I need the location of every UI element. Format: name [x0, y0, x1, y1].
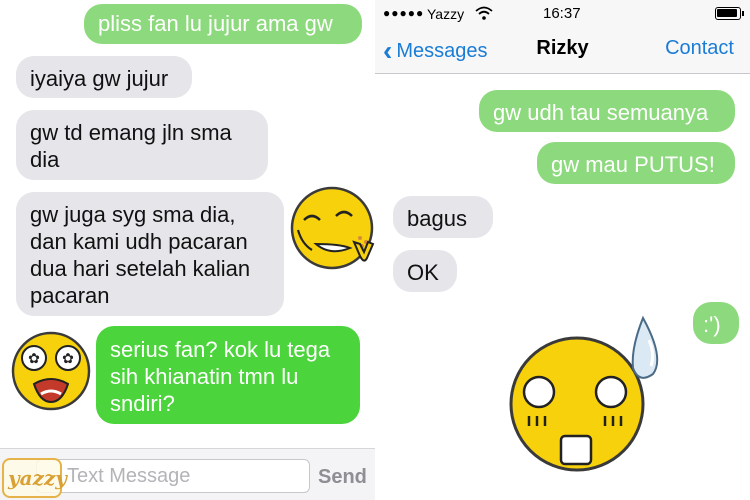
- message-outgoing: :'): [693, 302, 739, 344]
- navigation-bar: ‹ Messages Rizky Contact: [375, 28, 750, 74]
- message-outgoing: gw udh tau semuanya: [479, 90, 735, 132]
- left-chat-screen: pliss fan lu jujur ama gw iyaiya gw juju…: [0, 0, 375, 500]
- battery-icon: [715, 7, 744, 20]
- message-incoming: OK: [393, 250, 457, 292]
- shocked-emoji-sticker: ✿ ✿: [11, 331, 91, 411]
- status-bar: ●●●●● Yazzy 16:37: [375, 0, 750, 28]
- status-time: 16:37: [543, 5, 581, 22]
- message-outgoing: pliss fan lu jujur ama gw: [84, 4, 362, 44]
- right-chat-screen: ●●●●● Yazzy 16:37 ‹ Messages Rizky Conta…: [375, 0, 750, 500]
- message-incoming: iyaiya gw jujur: [16, 56, 192, 98]
- sweating-emoji-sticker: [509, 315, 659, 472]
- svg-text:✿: ✿: [28, 351, 40, 367]
- smug-emoji-sticker: [290, 186, 375, 270]
- message-outgoing: gw mau PUTUS!: [537, 142, 735, 184]
- message-outgoing: serius fan? kok lu tega sih khianatin tm…: [96, 326, 360, 424]
- wifi-icon: [475, 6, 493, 20]
- carrier-name: Yazzy: [427, 6, 465, 22]
- message-incoming: bagus: [393, 196, 493, 238]
- contact-button[interactable]: Contact: [665, 37, 734, 60]
- send-button[interactable]: Send: [318, 466, 367, 489]
- yazzy-logo: yazzy: [2, 458, 67, 498]
- message-input[interactable]: Text Message: [36, 459, 310, 493]
- message-incoming: gw juga syg sma dia, dan kami udh pacara…: [16, 192, 284, 316]
- message-incoming: gw td emang jln sma dia: [16, 110, 268, 180]
- svg-text:✿: ✿: [62, 351, 74, 367]
- signal-strength-icon: ●●●●●: [383, 6, 425, 20]
